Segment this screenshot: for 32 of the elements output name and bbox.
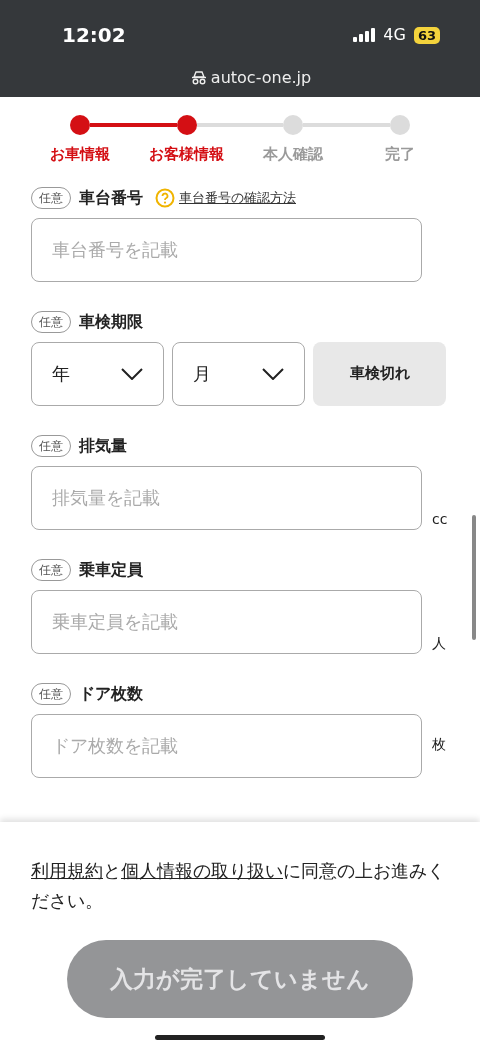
field-label: 乗車定員 (79, 558, 143, 581)
field-label: ドア枚数 (79, 682, 143, 705)
step-label: 本人確認 (262, 144, 325, 165)
text-field[interactable]: 車台番号を記載 (31, 217, 422, 282)
terms-link[interactable]: 利用規約 (31, 860, 103, 881)
help-icon[interactable] (155, 187, 175, 208)
unit-label: 枚 (432, 734, 446, 754)
step-label: 完了 (383, 144, 416, 165)
step-label: お客様情報 (148, 144, 226, 165)
field-label: 排気量 (79, 434, 127, 457)
chevron-down-icon (121, 367, 143, 380)
help-link[interactable]: 車台番号の確認方法 (179, 187, 296, 208)
unit-label: cc (432, 509, 448, 529)
field-label: 車台番号 (79, 186, 143, 209)
text-field[interactable]: 排気量を記載 (31, 465, 422, 530)
network-label: 4G (383, 24, 406, 46)
text-field[interactable]: ドア枚数を記載 (31, 713, 422, 778)
signal-icon (353, 28, 376, 42)
select-field[interactable]: 年 (31, 341, 164, 406)
chevron-down-icon (262, 367, 284, 380)
select-field[interactable]: 月 (172, 341, 305, 406)
step-label: お車情報 (49, 144, 111, 165)
clock-time: 12:02 (62, 22, 126, 49)
battery-level: 63 (413, 26, 440, 44)
text-field[interactable]: 乗車定員を記載 (31, 589, 422, 654)
terms-link[interactable]: 個人情報の取り扱い (121, 860, 283, 881)
expired-button[interactable]: 車検切れ (313, 341, 446, 406)
url-text[interactable]: autoc-one.jp (210, 66, 312, 90)
field-label: 車検期限 (79, 310, 143, 333)
unit-label: 人 (432, 633, 446, 653)
consent-text: 利用規約 と個人情報の取り扱いに同意の上お進みください。 (31, 859, 445, 913)
incognito-icon (190, 71, 207, 85)
